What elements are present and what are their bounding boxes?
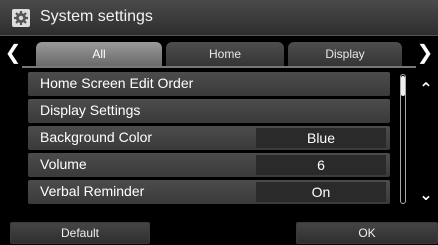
tab-strip: ❮ All Home Display ❯ (0, 38, 438, 68)
list-item-value: Blue (256, 128, 386, 148)
list-item-label: Volume (40, 156, 87, 172)
tab-all[interactable]: All (36, 42, 162, 66)
tab-display[interactable]: Display (288, 42, 402, 66)
list-item-label: Display Settings (40, 102, 141, 118)
tab-home[interactable]: Home (166, 42, 284, 66)
tab-divider (22, 66, 416, 68)
title-bar: System settings (0, 0, 438, 36)
list-item-home-screen-edit-order[interactable]: Home Screen Edit Order (28, 72, 390, 96)
chevron-right-icon[interactable]: ❯ (414, 42, 436, 64)
list-item-display-settings[interactable]: Display Settings (28, 99, 390, 123)
list-item-label: Verbal Reminder (40, 183, 145, 199)
list-item-value: 6 (256, 155, 386, 175)
page-title: System settings (40, 8, 153, 25)
list-item-value: On (256, 182, 386, 202)
list-item-background-color[interactable]: Background Color Blue (28, 126, 390, 150)
list-item-volume[interactable]: Volume 6 (28, 153, 390, 177)
settings-list: Home Screen Edit Order Display Settings … (28, 72, 390, 207)
scrollbar[interactable] (398, 74, 408, 204)
double-chevron-up-icon[interactable]: ⌃︎ (416, 80, 436, 100)
list-item-label: Background Color (40, 129, 153, 145)
gear-icon (12, 9, 30, 27)
scroll-thumb[interactable] (401, 76, 405, 96)
default-button[interactable]: Default (10, 222, 150, 244)
list-item-verbal-reminder[interactable]: Verbal Reminder On (28, 180, 390, 204)
list-item-label: Home Screen Edit Order (40, 75, 194, 91)
double-chevron-down-icon[interactable]: ⌄︎ (416, 186, 436, 206)
chevron-left-icon[interactable]: ❮ (2, 42, 24, 64)
ok-button[interactable]: OK (296, 222, 438, 244)
